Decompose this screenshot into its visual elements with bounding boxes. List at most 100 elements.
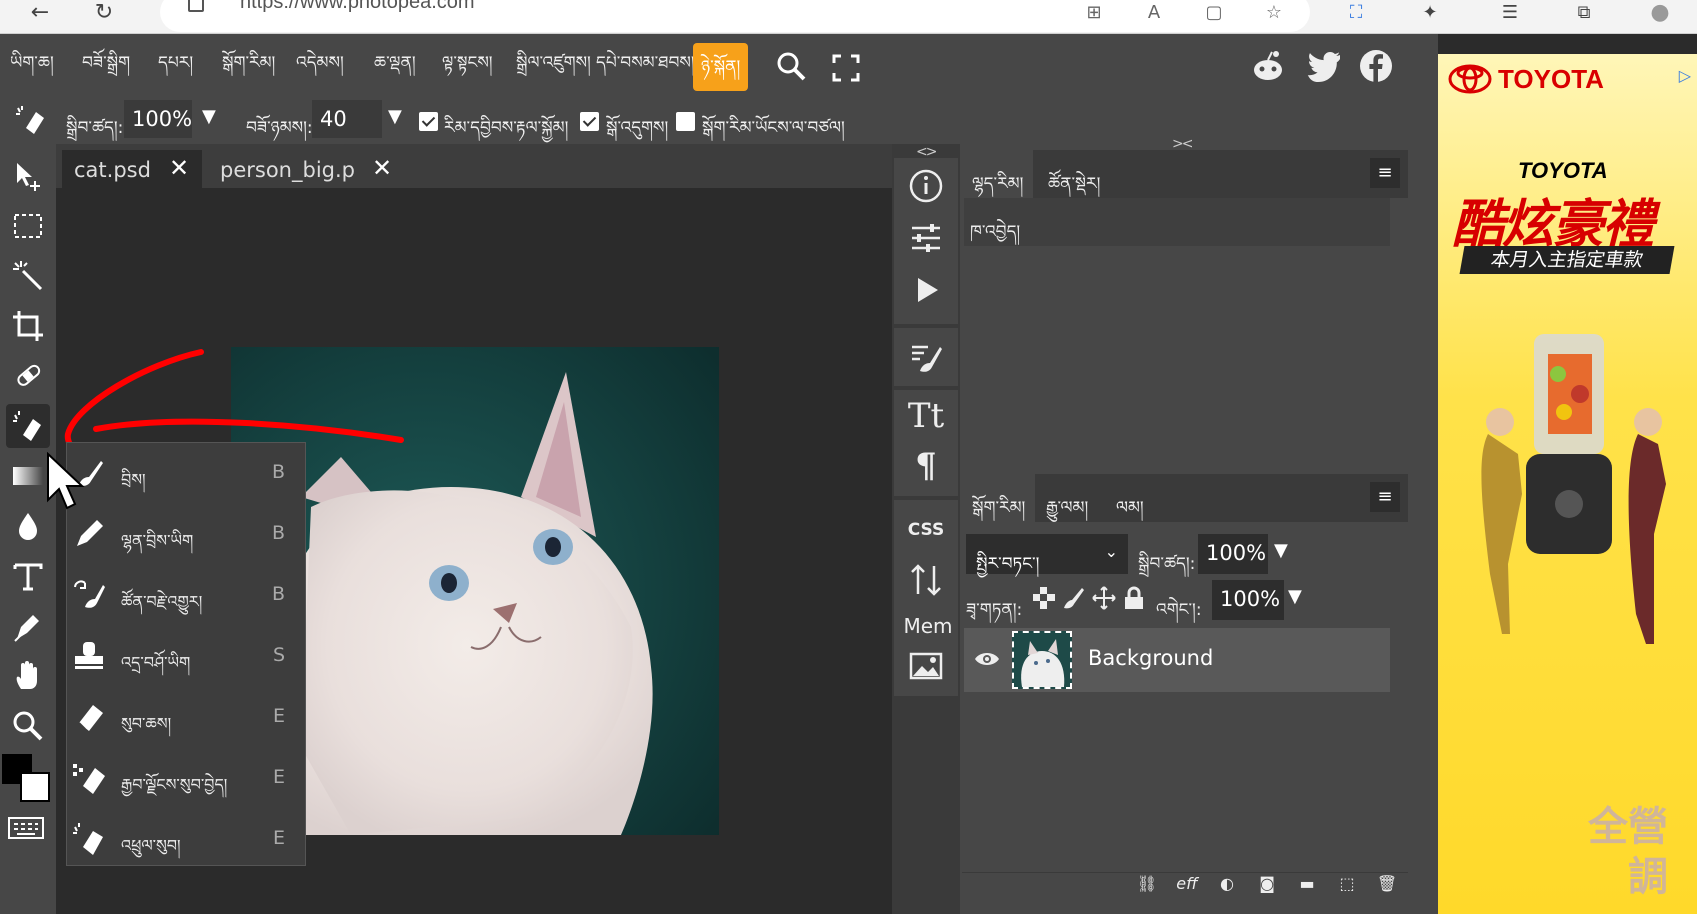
lock-transparency-icon[interactable] <box>1032 586 1056 610</box>
mask-icon[interactable]: ◙ <box>1252 868 1282 898</box>
panel-menu-icon[interactable]: ≡ <box>1370 158 1400 188</box>
magic-wand-tool[interactable] <box>6 254 50 298</box>
history-row-open[interactable]: ཁ་འབྱེད། <box>964 198 1390 246</box>
sort-icon[interactable] <box>908 562 944 598</box>
adjustment-layer-icon[interactable]: ◐ <box>1212 868 1242 898</box>
new-layer-icon[interactable]: ⬚ <box>1332 868 1362 898</box>
marquee-tool[interactable] <box>6 204 50 248</box>
flyout-item-color-replace[interactable]: ཚོན་བརྗེ་འགྱུར། B <box>67 565 307 626</box>
checkbox-2[interactable] <box>580 112 599 131</box>
folder-icon[interactable]: ▬ <box>1292 868 1322 898</box>
zoom-icon <box>13 711 43 741</box>
close-icon[interactable]: ✕ <box>372 154 392 182</box>
reload-icon[interactable]: ↻ <box>90 2 118 30</box>
background-color-swatch[interactable] <box>20 772 50 802</box>
menu-window[interactable]: སྒྲིལ་འཛུགས། <box>516 52 591 74</box>
flyout-item-clone-stamp[interactable]: འདྲ་བཤོ་ཡིག S <box>67 626 307 687</box>
fullscreen-icon[interactable] <box>832 54 860 82</box>
split-screen-icon[interactable]: ▢ <box>1200 2 1228 30</box>
tab-paths[interactable]: ལམ། <box>1106 474 1154 522</box>
menu-view[interactable]: ལྟ་སྟངས། <box>442 52 493 74</box>
screenshot-icon[interactable]: ⛶ <box>1342 2 1370 30</box>
size-input[interactable]: 100% <box>124 100 192 138</box>
menu-layer[interactable]: སྒོག་རིམ། <box>222 52 275 74</box>
tab-channels[interactable]: རྒྱུ་ལམ། <box>1036 474 1098 522</box>
lock-position-icon[interactable] <box>1092 586 1116 610</box>
effects-icon[interactable]: eff <box>1172 868 1202 898</box>
trash-icon[interactable]: 🗑 <box>1372 868 1402 898</box>
extensions-icon[interactable]: ✦ <box>1416 2 1444 30</box>
opacity-input[interactable]: 100% <box>1198 534 1268 574</box>
menu-edit[interactable]: བཟོ་སྒྲིག <box>82 52 130 74</box>
pen-tool[interactable] <box>6 604 50 648</box>
layer-row[interactable]: Background <box>964 628 1390 692</box>
flyout-item-pencil[interactable]: ལྷན་བྲིས་ཡིག B <box>67 504 307 565</box>
size-dropdown-icon[interactable]: ▼ <box>202 106 216 127</box>
menu-more[interactable]: དཔེ་བསམ་ཐབས། <box>596 52 695 74</box>
checkbox-3[interactable] <box>676 112 695 131</box>
favorites-icon[interactable]: ☰ <box>1496 2 1524 30</box>
play-icon[interactable] <box>908 272 944 308</box>
tab-history[interactable]: ལྷད་རིམ། <box>962 150 1034 198</box>
brush-settings-icon[interactable] <box>908 339 944 375</box>
fill-input[interactable]: 100% <box>1212 580 1284 620</box>
advertisement[interactable]: TOYOTA ▷ TOYOTA 酷炫豪禮 本月入主指定車款 全營 調 <box>1438 54 1697 914</box>
lock-all-icon[interactable] <box>1122 586 1146 610</box>
eye-icon[interactable] <box>974 648 1000 670</box>
tab-person[interactable]: person_big.p <box>208 150 355 188</box>
eraser-tool[interactable] <box>6 404 50 448</box>
profile-avatar[interactable]: ● <box>1646 2 1674 30</box>
link-icon[interactable]: ⛓ <box>1132 868 1162 898</box>
adjustments-icon[interactable] <box>908 220 944 256</box>
magic-eraser-icon[interactable] <box>14 104 48 138</box>
tab-swatches[interactable]: ཚོན་སྡེར། <box>1038 150 1110 198</box>
keyboard-icon[interactable] <box>8 816 44 840</box>
marquee-icon <box>14 214 42 238</box>
twitter-icon[interactable] <box>1306 48 1342 84</box>
collections-icon[interactable]: ⧉ <box>1570 2 1598 30</box>
facebook-icon[interactable] <box>1358 48 1394 84</box>
paragraph-icon[interactable]: ¶ <box>908 446 944 486</box>
blend-mode-select[interactable]: སྤྱིར་བཏང་། ⌄ <box>966 534 1128 574</box>
flyout-item-magic-eraser[interactable]: འཕྲུལ་སུབ། E <box>67 809 307 870</box>
ad-footer-2: 調 <box>1628 854 1668 900</box>
flow-dropdown-icon[interactable]: ▼ <box>388 106 402 127</box>
panel-menu-icon[interactable]: ≡ <box>1370 482 1400 512</box>
move-tool[interactable] <box>6 154 50 198</box>
search-icon[interactable] <box>776 51 806 81</box>
tab-layers[interactable]: སྒོག་རིམ། <box>962 474 1036 522</box>
css-icon[interactable]: CSS <box>908 512 945 548</box>
flyout-item-brush[interactable]: བྲིས། B <box>67 443 307 504</box>
character-icon[interactable]: Tt <box>908 396 944 436</box>
reddit-icon[interactable] <box>1250 48 1286 84</box>
menu-account[interactable]: ཉེ་སྐོན། <box>693 43 749 91</box>
fill-dropdown-icon[interactable]: ▼ <box>1288 586 1302 607</box>
lock-pixels-icon[interactable] <box>1062 586 1086 610</box>
flow-input[interactable]: 40 <box>312 100 382 138</box>
menu-select[interactable]: འདེམས། <box>296 52 344 74</box>
image-icon[interactable] <box>908 648 944 684</box>
favorites-add-icon[interactable]: ☆ <box>1260 2 1288 30</box>
menu-file[interactable]: ཡིག་ཆ། <box>10 52 54 74</box>
crop-tool[interactable] <box>6 304 50 348</box>
read-aloud-icon[interactable]: A <box>1140 2 1168 30</box>
memory-label[interactable]: Mem <box>902 608 954 644</box>
menu-image[interactable]: དཔར། <box>158 52 193 74</box>
checkbox-1[interactable] <box>419 112 438 131</box>
layer-name[interactable]: Background <box>1088 646 1213 670</box>
info-icon[interactable] <box>908 168 944 204</box>
adchoices-icon[interactable]: ▷ <box>1679 66 1691 85</box>
type-tool[interactable] <box>6 554 50 598</box>
hand-tool[interactable] <box>6 654 50 698</box>
back-icon[interactable]: ← <box>26 2 54 30</box>
flyout-item-eraser[interactable]: སུབ་ཆས། E <box>67 687 307 748</box>
menu-filter[interactable]: ཆ་ལྡན། <box>374 52 416 74</box>
flyout-item-background-eraser[interactable]: རྒྱབ་ལྗོངས་སུབ་བྱེད། E <box>67 748 307 809</box>
layer-actions: ⛓ eff ◐ ◙ ▬ ⬚ 🗑 <box>1112 868 1402 898</box>
zoom-tool[interactable] <box>6 704 50 748</box>
healing-tool[interactable] <box>6 354 50 398</box>
apps-icon[interactable]: ⊞ <box>1080 2 1108 30</box>
opacity-dropdown-icon[interactable]: ▼ <box>1274 540 1288 561</box>
close-icon[interactable]: ✕ <box>169 154 189 182</box>
address-bar[interactable]: https://www.photopea.com <box>160 0 1310 32</box>
